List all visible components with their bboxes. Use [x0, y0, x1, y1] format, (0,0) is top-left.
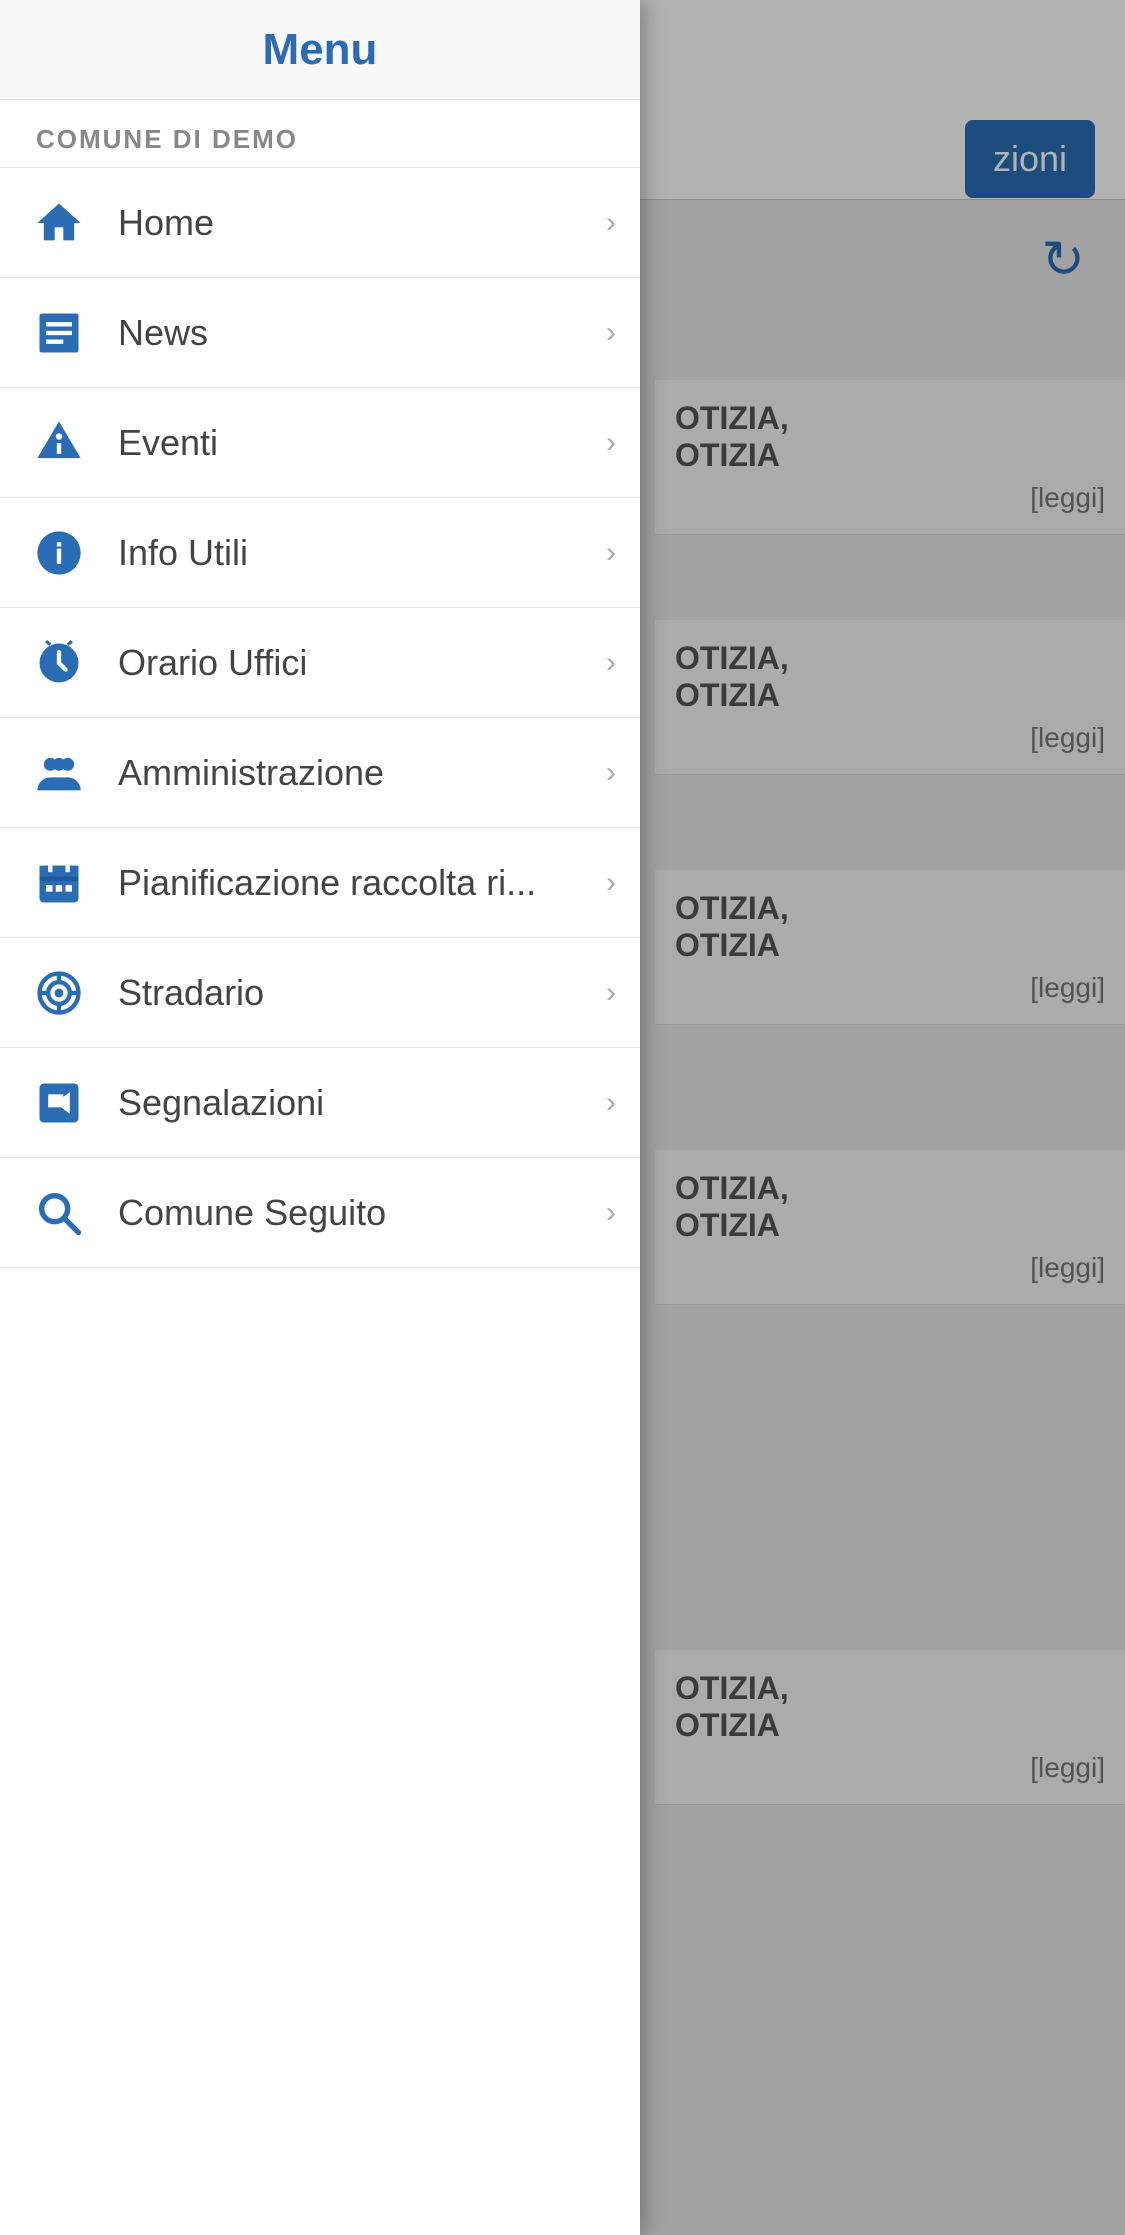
chevron-icon-amministrazione: › [606, 756, 616, 790]
search-icon [24, 1178, 94, 1248]
menu-item-amministrazione-label: Amministrazione [118, 752, 606, 794]
menu-item-pianificazione[interactable]: Pianificazione raccolta ri... › [0, 828, 640, 938]
menu-panel: Menu COMUNE DI DEMO Home › [0, 0, 640, 2235]
info-icon [24, 518, 94, 588]
chevron-icon-orario: › [606, 646, 616, 680]
menu-title: Menu [263, 25, 378, 75]
menu-item-orario[interactable]: Orario Uffici › [0, 608, 640, 718]
chevron-icon-home: › [606, 206, 616, 240]
admin-icon [24, 738, 94, 808]
chevron-icon-segnalazioni: › [606, 1086, 616, 1120]
chevron-icon-info: › [606, 536, 616, 570]
chevron-icon-pianificazione: › [606, 866, 616, 900]
menu-item-news[interactable]: News › [0, 278, 640, 388]
news-icon [24, 298, 94, 368]
menu-header: Menu [0, 0, 640, 100]
menu-item-orario-label: Orario Uffici [118, 642, 606, 684]
home-icon [24, 188, 94, 258]
segnalazioni-icon [24, 1068, 94, 1138]
menu-item-info-utili[interactable]: Info Utili › [0, 498, 640, 608]
menu-item-stradario-label: Stradario [118, 972, 606, 1014]
section-label: COMUNE DI DEMO [0, 100, 640, 168]
menu-item-eventi[interactable]: Eventi › [0, 388, 640, 498]
menu-item-eventi-label: Eventi [118, 422, 606, 464]
menu-item-news-label: News [118, 312, 606, 354]
chevron-icon-news: › [606, 316, 616, 350]
menu-item-stradario[interactable]: Stradario › [0, 938, 640, 1048]
menu-item-comune-seguito-label: Comune Seguito [118, 1192, 606, 1234]
overlay-dim [630, 0, 1125, 2235]
menu-list: Home › News › [0, 168, 640, 1268]
menu-item-amministrazione[interactable]: Amministrazione › [0, 718, 640, 828]
menu-item-home[interactable]: Home › [0, 168, 640, 278]
menu-item-comune-seguito[interactable]: Comune Seguito › [0, 1158, 640, 1268]
menu-item-pianificazione-label: Pianificazione raccolta ri... [118, 862, 606, 904]
calendar-icon [24, 848, 94, 918]
menu-item-segnalazioni-label: Segnalazioni [118, 1082, 606, 1124]
chevron-icon-stradario: › [606, 976, 616, 1010]
chevron-icon-comune-seguito: › [606, 1196, 616, 1230]
chevron-icon-eventi: › [606, 426, 616, 460]
clock-icon [24, 628, 94, 698]
menu-item-home-label: Home [118, 202, 606, 244]
menu-item-info-label: Info Utili [118, 532, 606, 574]
menu-item-segnalazioni[interactable]: Segnalazioni › [0, 1048, 640, 1158]
eventi-icon [24, 408, 94, 478]
stradario-icon [24, 958, 94, 1028]
